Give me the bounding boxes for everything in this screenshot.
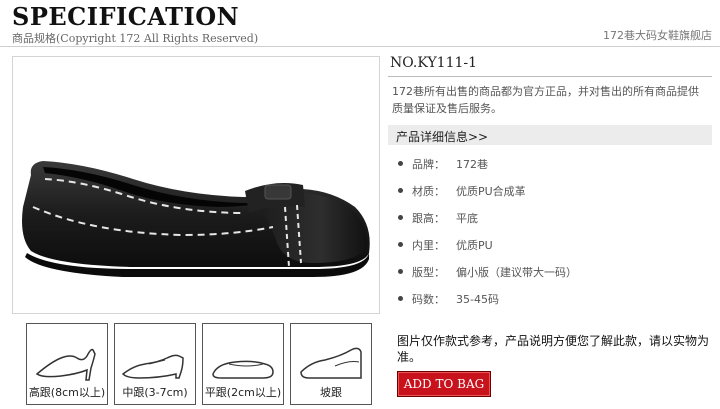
wedge-heel-icon: [300, 347, 362, 379]
heel-type-label: 中跟(3-7cm): [122, 386, 188, 399]
high-heel-icon: [35, 348, 96, 381]
details-heading: 产品详细信息>>: [396, 130, 489, 144]
heel-type-mid[interactable]: 中跟(3-7cm): [114, 323, 196, 405]
spec-key: 码数：: [412, 293, 445, 306]
product-model: NO.KY111-1: [390, 55, 478, 71]
product-photo: [12, 56, 380, 314]
page-subtitle: 商品规格(Copyright 172 All Rights Reserved): [12, 32, 259, 45]
shoe-image: [22, 161, 370, 277]
spec-value: 平底: [456, 212, 478, 225]
bullet-icon: [398, 215, 403, 220]
spec-value: 172巷: [456, 158, 488, 171]
bullet-icon: [398, 269, 403, 274]
model-divider: [388, 76, 712, 77]
product-description: 172巷所有出售的商品都为官方正品，并对售出的所有商品提供质量保证及售后服务。: [392, 85, 699, 115]
header-divider: [0, 46, 720, 47]
page-title: SPECIFICATION: [12, 2, 240, 31]
add-to-bag-button[interactable]: ADD TO BAG: [397, 371, 491, 397]
bullet-icon: [398, 188, 403, 193]
heel-type-wedge[interactable]: 坡跟: [290, 323, 372, 405]
spec-value: 优质PU合成革: [456, 185, 526, 198]
details-heading-bar: 产品详细信息>>: [388, 125, 712, 145]
bullet-icon: [398, 296, 403, 301]
spec-value: 偏小版（建议带大一码）: [456, 266, 577, 279]
heel-type-label: 高跟(8cm以上): [28, 386, 106, 399]
spec-key: 跟高：: [412, 212, 445, 225]
spec-value: 优质PU: [456, 239, 493, 252]
header: SPECIFICATION 商品规格(Copyright 172 All Rig…: [0, 0, 720, 48]
heel-type-high[interactable]: 高跟(8cm以上): [26, 323, 108, 405]
disclaimer-note: 图片仅作款式参考，产品说明方便您了解此款，请以实物为准。: [397, 334, 710, 364]
spec-key: 品牌：: [412, 158, 445, 171]
spec-key: 版型：: [412, 266, 445, 279]
flat-heel-icon: [212, 360, 274, 379]
bullet-icon: [398, 161, 403, 166]
spec-key: 内里：: [412, 239, 445, 252]
bullet-icon: [398, 242, 403, 247]
heel-type-label: 平跟(2cm以上): [204, 386, 282, 399]
heel-type-label: 坡跟: [320, 386, 342, 399]
spec-key: 材质：: [412, 185, 445, 198]
spec-value: 35-45码: [456, 293, 499, 306]
mid-heel-icon: [121, 354, 184, 379]
heel-type-flat[interactable]: 平跟(2cm以上): [202, 323, 284, 405]
store-name: 172巷大码女鞋旗舰店: [603, 29, 712, 42]
